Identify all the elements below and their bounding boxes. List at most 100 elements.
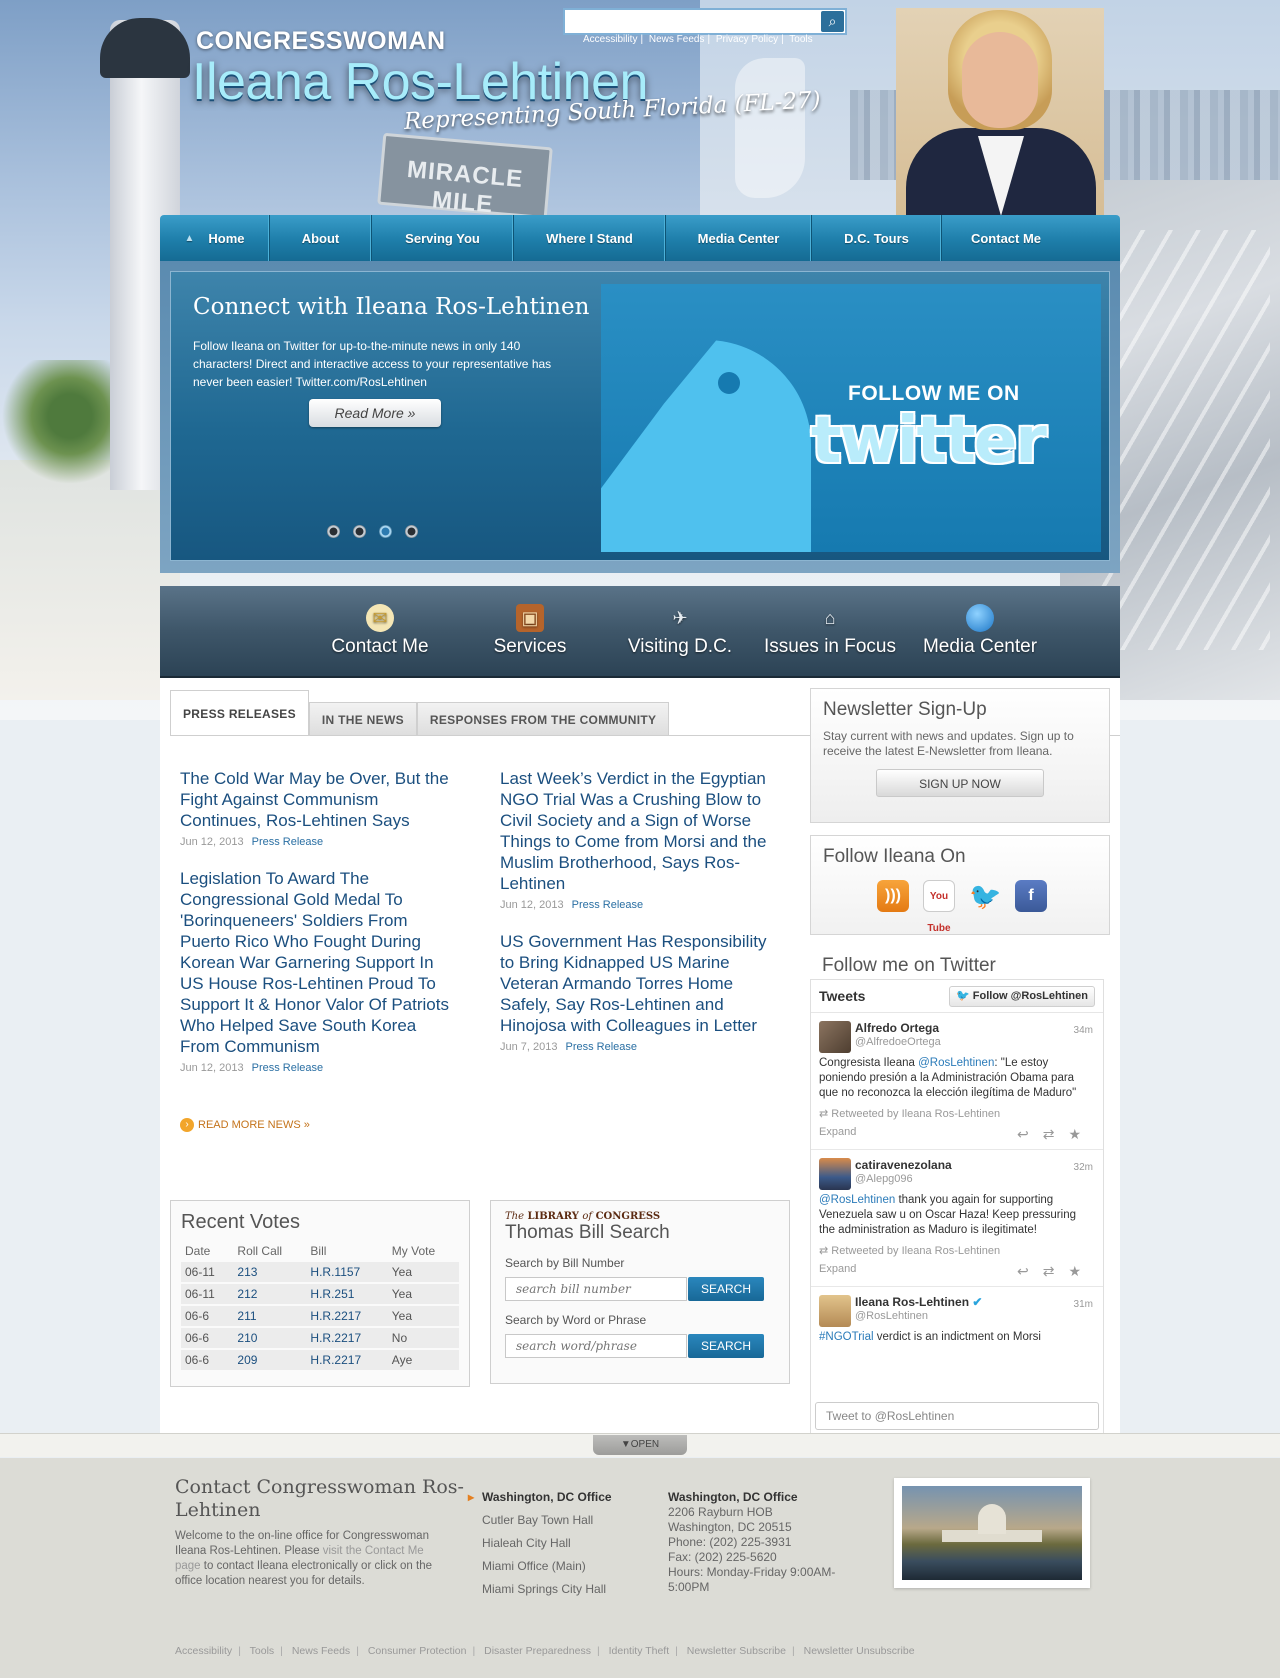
util-link-news-feeds[interactable]: News Feeds bbox=[649, 34, 705, 45]
read-more-news-link[interactable]: › READ MORE NEWS » bbox=[180, 1118, 310, 1132]
quicklink-visiting-dc[interactable]: ✈ Visiting D.C. bbox=[605, 586, 755, 676]
office-link-miami-main[interactable]: Miami Office (Main) bbox=[482, 1559, 612, 1573]
footer-link-tools[interactable]: Tools bbox=[250, 1645, 275, 1657]
news-tag-link[interactable]: Press Release bbox=[252, 1062, 324, 1074]
twitter-follow-button[interactable]: 🐦 Follow @RosLehtinen bbox=[949, 985, 1095, 1007]
tweet-author-handle[interactable]: @RosLehtinen bbox=[855, 1310, 1095, 1322]
bill-link[interactable]: H.R.2217 bbox=[306, 1350, 388, 1370]
tweet-author-name[interactable]: catiravenezolana bbox=[855, 1158, 1095, 1172]
read-more-button[interactable]: Read More » bbox=[309, 399, 441, 427]
slider-dot-2[interactable] bbox=[353, 525, 366, 538]
quicklink-media-center[interactable]: Media Center bbox=[905, 586, 1055, 676]
twitter-icon[interactable]: 🐦 bbox=[969, 880, 1001, 912]
bill-number-input[interactable] bbox=[505, 1277, 687, 1301]
favorite-icon[interactable]: ★ bbox=[1068, 1263, 1095, 1279]
tweet-mention-link[interactable]: @RosLehtinen bbox=[918, 1057, 994, 1069]
slider-dot-3[interactable] bbox=[379, 525, 392, 538]
favorite-icon[interactable]: ★ bbox=[1068, 1126, 1095, 1142]
search-button[interactable]: ⌕ bbox=[821, 11, 844, 32]
retweet-icon[interactable]: ⇄ bbox=[1043, 1263, 1069, 1279]
avatar[interactable] bbox=[819, 1295, 851, 1327]
bill-link[interactable]: H.R.251 bbox=[306, 1284, 388, 1304]
office-link-hialeah[interactable]: Hialeah City Hall bbox=[482, 1536, 612, 1550]
sign-up-now-button[interactable]: SIGN UP NOW bbox=[876, 769, 1044, 797]
avatar[interactable] bbox=[819, 1158, 851, 1190]
bill-link[interactable]: H.R.2217 bbox=[306, 1328, 388, 1348]
footer-link-consumer-protection[interactable]: Consumer Protection bbox=[368, 1645, 467, 1657]
expand-link[interactable]: Expand bbox=[819, 1126, 856, 1143]
youtube-icon[interactable]: You Tube bbox=[923, 880, 955, 934]
tweet-text: #NGOTrial verdict is an indictment on Mo… bbox=[819, 1331, 1041, 1343]
news-title-link[interactable]: Legislation To Award The Congressional G… bbox=[180, 868, 460, 1057]
news-title-link[interactable]: The Cold War May be Over, But the Fight … bbox=[180, 768, 460, 831]
expand-link[interactable]: Expand bbox=[819, 1263, 856, 1280]
news-tag-link[interactable]: Press Release bbox=[566, 1041, 638, 1053]
footer-open-toggle[interactable]: ▼OPEN bbox=[593, 1435, 687, 1455]
retweet-icon[interactable]: ⇄ bbox=[1043, 1126, 1069, 1142]
office-link-cutler-bay[interactable]: Cutler Bay Town Hall bbox=[482, 1513, 612, 1527]
quicklink-label: Media Center bbox=[922, 636, 1038, 657]
nav-media-center[interactable]: Media Center bbox=[666, 215, 812, 261]
tweet-author-handle[interactable]: @Alepg096 bbox=[855, 1173, 1095, 1185]
slider-dot-1[interactable] bbox=[327, 525, 340, 538]
office-link-washington[interactable]: Washington, DC Office bbox=[468, 1490, 612, 1504]
nav-home[interactable]: ▲ Home bbox=[160, 215, 270, 261]
footer-link-news-feeds[interactable]: News Feeds bbox=[292, 1645, 350, 1657]
nav-where-i-stand[interactable]: Where I Stand bbox=[514, 215, 666, 261]
roll-call-link[interactable]: 213 bbox=[233, 1262, 307, 1282]
word-phrase-input[interactable] bbox=[505, 1334, 687, 1358]
nav-serving-you[interactable]: Serving You bbox=[372, 215, 514, 261]
retweet-info: ⇄ Retweeted by Ileana Ros-Lehtinen bbox=[819, 1245, 1001, 1257]
roll-call-link[interactable]: 209 bbox=[233, 1350, 307, 1370]
footer-link-accessibility[interactable]: Accessibility bbox=[175, 1645, 232, 1657]
tweet-author-name[interactable]: Ileana Ros-Lehtinen ✔ bbox=[855, 1295, 1095, 1309]
news-title-link[interactable]: Last Week’s Verdict in the Egyptian NGO … bbox=[500, 768, 780, 894]
search-input[interactable] bbox=[565, 10, 813, 33]
footer-link-identity-theft[interactable]: Identity Theft bbox=[609, 1645, 670, 1657]
tab-in-the-news[interactable]: IN THE NEWS bbox=[308, 702, 417, 736]
reply-icon[interactable]: ↩ bbox=[1017, 1263, 1043, 1279]
roll-call-link[interactable]: 212 bbox=[233, 1284, 307, 1304]
tweet-mention-link[interactable]: @RosLehtinen bbox=[819, 1194, 895, 1206]
vote-date: 06-11 bbox=[181, 1262, 234, 1282]
tweet-compose-input[interactable]: Tweet to @RosLehtinen bbox=[815, 1402, 1099, 1430]
tweet-hashtag-link[interactable]: #NGOTrial bbox=[819, 1331, 874, 1343]
news-title-link[interactable]: US Government Has Responsibility to Brin… bbox=[500, 931, 780, 1036]
bill-link[interactable]: H.R.2217 bbox=[306, 1306, 388, 1326]
bill-number-search-button[interactable]: SEARCH bbox=[688, 1277, 764, 1301]
avatar[interactable] bbox=[819, 1021, 851, 1053]
word-phrase-search-button[interactable]: SEARCH bbox=[688, 1334, 764, 1358]
tweet-text: Congresista Ileana @RosLehtinen: "Le est… bbox=[819, 1057, 1077, 1099]
office-link-miami-springs[interactable]: Miami Springs City Hall bbox=[482, 1582, 612, 1596]
rss-icon[interactable]: ))) bbox=[877, 880, 909, 912]
reply-icon[interactable]: ↩ bbox=[1017, 1126, 1043, 1142]
tab-press-releases[interactable]: PRESS RELEASES bbox=[170, 690, 309, 736]
twitter-promo-image[interactable]: FOLLOW ME ON twitter bbox=[601, 284, 1101, 552]
nav-dc-tours[interactable]: D.C. Tours bbox=[812, 215, 942, 261]
tweet-author-name[interactable]: Alfredo Ortega bbox=[855, 1021, 1095, 1035]
footer-link-newsletter-subscribe[interactable]: Newsletter Subscribe bbox=[687, 1645, 786, 1657]
tweet-time[interactable]: 31m bbox=[1074, 1299, 1093, 1310]
quicklink-issues-in-focus[interactable]: ⌂ Issues in Focus bbox=[755, 586, 905, 676]
util-link-privacy-policy[interactable]: Privacy Policy bbox=[716, 34, 778, 45]
news-tag-link[interactable]: Press Release bbox=[572, 899, 644, 911]
news-tag-link[interactable]: Press Release bbox=[252, 836, 324, 848]
slider-dot-4[interactable] bbox=[405, 525, 418, 538]
nav-contact-me[interactable]: Contact Me bbox=[942, 215, 1070, 261]
footer-link-newsletter-unsubscribe[interactable]: Newsletter Unsubscribe bbox=[804, 1645, 915, 1657]
tweet-time[interactable]: 32m bbox=[1074, 1162, 1093, 1173]
footer-link-disaster-preparedness[interactable]: Disaster Preparedness bbox=[484, 1645, 591, 1657]
bill-link[interactable]: H.R.1157 bbox=[306, 1262, 388, 1282]
roll-call-link[interactable]: 211 bbox=[233, 1306, 307, 1326]
util-link-tools[interactable]: Tools bbox=[789, 34, 812, 45]
table-row: 06-11 213 H.R.1157 Yea bbox=[181, 1262, 459, 1282]
quicklink-services[interactable]: ▣ Services bbox=[455, 586, 605, 676]
tweet-author-handle[interactable]: @AlfredoeOrtega bbox=[855, 1036, 1095, 1048]
facebook-icon[interactable]: f bbox=[1015, 880, 1047, 912]
quicklink-contact-me[interactable]: ✉ Contact Me bbox=[305, 586, 455, 676]
tab-responses-from-community[interactable]: RESPONSES FROM THE COMMUNITY bbox=[416, 702, 670, 736]
roll-call-link[interactable]: 210 bbox=[233, 1328, 307, 1348]
util-link-accessibility[interactable]: Accessibility bbox=[583, 34, 637, 45]
tweet-time[interactable]: 34m bbox=[1074, 1025, 1093, 1036]
nav-about[interactable]: About bbox=[270, 215, 372, 261]
